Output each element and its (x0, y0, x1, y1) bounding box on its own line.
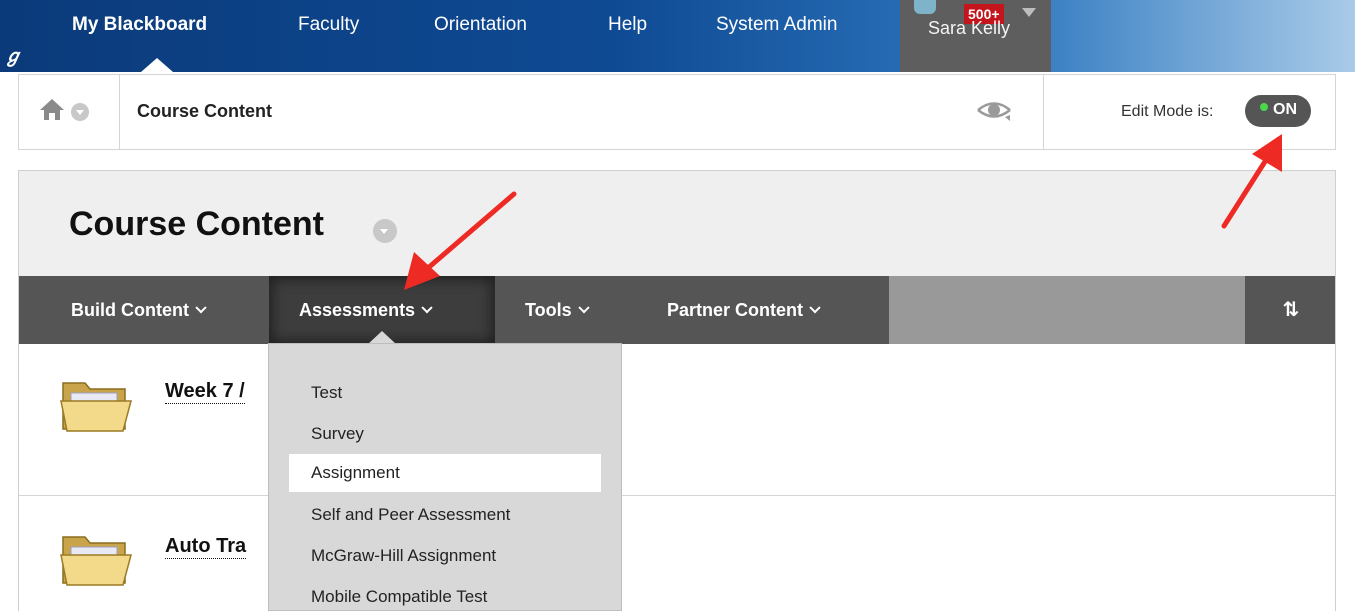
active-tab-indicator (141, 58, 173, 72)
divider (119, 75, 120, 149)
chevron-down-icon (809, 302, 821, 314)
chevron-down-icon (578, 302, 590, 314)
tab-system-admin[interactable]: System Admin (716, 14, 837, 36)
breadcrumb: Course Content Edit Mode is: ON (18, 74, 1336, 150)
tab-faculty[interactable]: Faculty (298, 14, 359, 36)
partner-content-label: Partner Content (667, 300, 804, 320)
page-title-menu-chevron-down-icon[interactable] (373, 219, 397, 243)
sort-icon[interactable]: ⇅ (1247, 276, 1335, 344)
eye-icon[interactable] (975, 97, 1013, 123)
user-menu-caret-icon[interactable] (1022, 8, 1036, 17)
edit-mode-label: Edit Mode is: (1121, 103, 1214, 120)
home-icon[interactable] (39, 97, 65, 121)
user-menu[interactable]: 500+ Sara Kelly (900, 0, 1051, 72)
tab-orientation[interactable]: Orientation (434, 14, 527, 36)
breadcrumb-menu-chevron-down-icon[interactable] (71, 103, 89, 121)
action-bar-spacer (889, 276, 1245, 344)
tools-button[interactable]: Tools (525, 276, 590, 344)
action-bar: Build Content Assessments Tools Partner … (19, 276, 1335, 344)
tab-help[interactable]: Help (608, 14, 647, 36)
assessments-label: Assessments (299, 300, 416, 320)
edit-mode-toggle[interactable]: ON (1245, 95, 1311, 127)
build-content-button[interactable]: Build Content (71, 276, 207, 344)
content-item-title[interactable]: Week 7 / (165, 380, 245, 404)
tools-label: Tools (525, 300, 572, 320)
menu-item-survey[interactable]: Survey (289, 415, 601, 453)
folder-icon (60, 382, 132, 432)
menu-item-mcgraw-hill-assignment[interactable]: McGraw-Hill Assignment (289, 537, 601, 575)
tab-my-blackboard[interactable]: My Blackboard (72, 14, 207, 36)
page-header: Course Content (19, 171, 1335, 276)
row-divider (19, 495, 1335, 496)
partner-content-button[interactable]: Partner Content (667, 276, 821, 344)
build-content-label: Build Content (71, 300, 189, 320)
folder-icon (60, 536, 132, 586)
menu-item-self-and-peer-assessment[interactable]: Self and Peer Assessment (289, 496, 601, 534)
edit-mode-state: ON (1273, 101, 1297, 118)
page-title: Course Content (69, 205, 324, 243)
assessments-dropdown-menu: Test Survey Assignment Self and Peer Ass… (268, 343, 622, 611)
content-item-title[interactable]: Auto Tra (165, 535, 247, 559)
content-panel: Course Content Build Content Assessments… (18, 170, 1336, 611)
divider (1043, 75, 1044, 149)
top-navigation-bar: ℊ My Blackboard Faculty Orientation Help… (0, 0, 1355, 72)
chevron-down-icon (195, 302, 207, 314)
chevron-down-icon (421, 302, 433, 314)
breadcrumb-current: Course Content (137, 101, 272, 121)
menu-item-test[interactable]: Test (289, 374, 601, 412)
menu-item-assignment[interactable]: Assignment (289, 454, 601, 492)
toggle-status-dot (1260, 103, 1268, 111)
user-name[interactable]: Sara Kelly (928, 18, 1010, 39)
menu-item-mobile-compatible-test[interactable]: Mobile Compatible Test (289, 578, 601, 611)
edge-icon: ℊ (4, 46, 22, 66)
avatar (914, 0, 936, 14)
